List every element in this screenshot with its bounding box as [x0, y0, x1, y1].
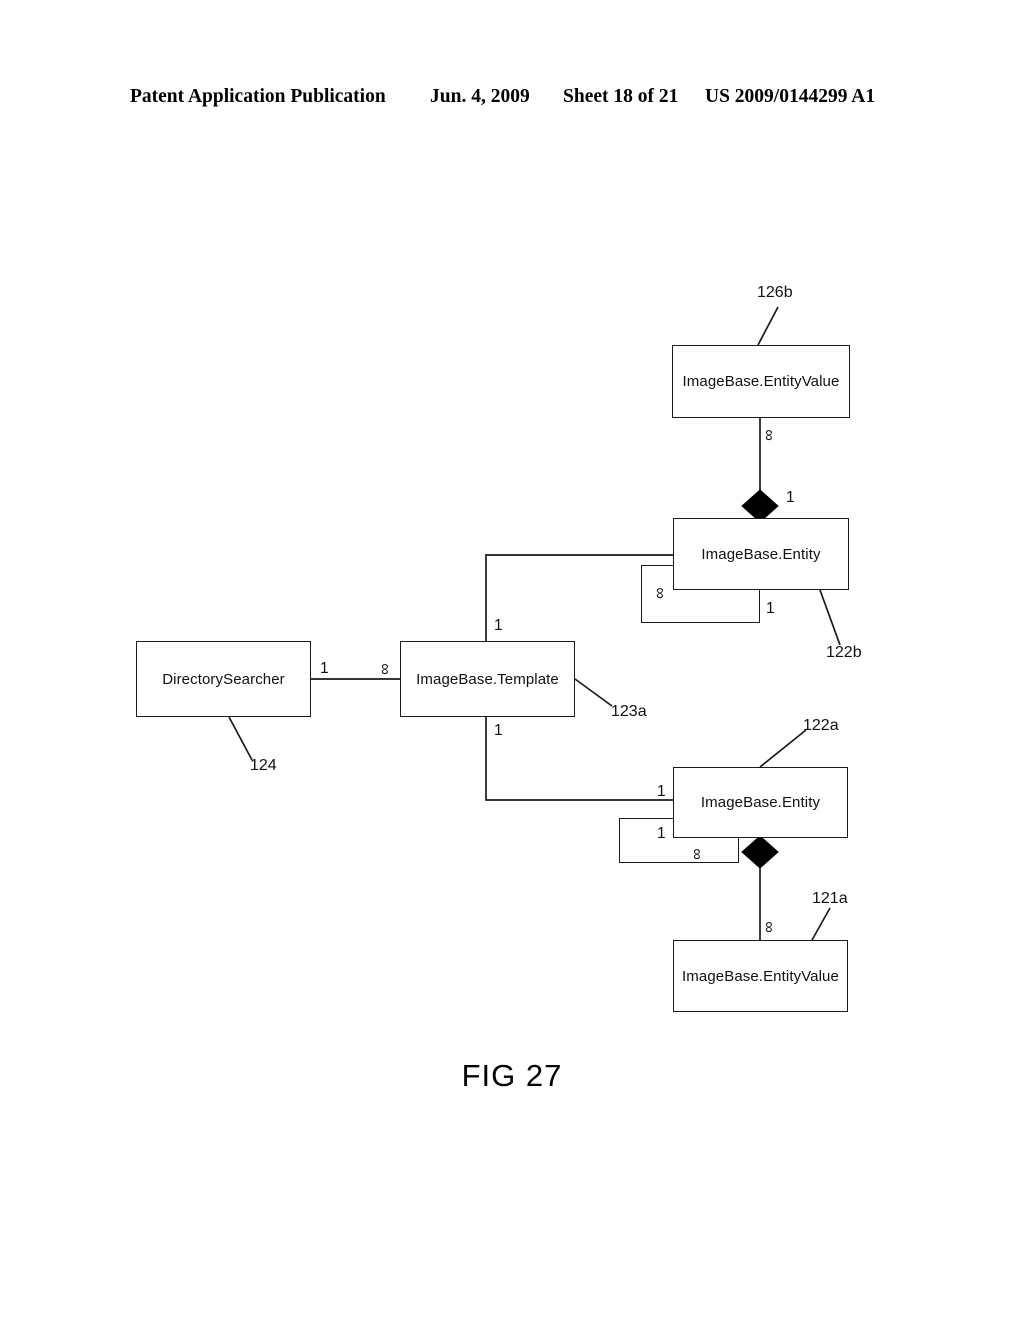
- multiplicity-entity-bottom-to-entityvalue: ∞: [760, 921, 778, 933]
- figure-27-diagram: ImageBase.EntityValue ImageBase.Entity D…: [0, 0, 1024, 1320]
- multiplicity-template-many: ∞: [376, 663, 394, 675]
- class-box-label: ImageBase.EntityValue: [682, 967, 839, 985]
- class-box-imagebase-entity-top[interactable]: ImageBase.Entity: [673, 518, 849, 590]
- leader-121a: [811, 907, 831, 941]
- reference-numeral-124: 124: [250, 757, 277, 774]
- class-box-imagebase-entityvalue-bottom[interactable]: ImageBase.EntityValue: [673, 940, 848, 1012]
- figure-caption: FIG 27: [461, 1058, 563, 1093]
- reference-numeral-126b: 126b: [757, 284, 793, 301]
- multiplicity-entity-top-composition: 1: [786, 489, 795, 506]
- class-box-imagebase-template[interactable]: ImageBase.Template: [400, 641, 575, 717]
- class-box-directorysearcher[interactable]: DirectorySearcher: [136, 641, 311, 717]
- class-box-label: ImageBase.Entity: [701, 545, 821, 563]
- class-box-label: ImageBase.EntityValue: [682, 373, 840, 390]
- multiplicity-entity-top-self-one: 1: [766, 600, 775, 617]
- multiplicity-searcher-to-template: 1: [320, 660, 329, 677]
- multiplicity-entity-top-self-many: ∞: [651, 587, 669, 599]
- leader-122b: [819, 589, 841, 646]
- multiplicity-entityvalue-top-to-entity-top: ∞: [760, 429, 778, 441]
- multiplicity-entity-bottom-in: 1: [657, 783, 666, 800]
- multiplicity-template-to-entity-bottom: 1: [494, 722, 503, 739]
- leader-124: [228, 716, 253, 761]
- class-box-label: ImageBase.Entity: [700, 794, 821, 811]
- reference-numeral-122a: 122a: [803, 717, 839, 734]
- leader-123a: [574, 678, 613, 707]
- class-box-label: DirectorySearcher: [162, 670, 285, 688]
- class-box-imagebase-entityvalue-top[interactable]: ImageBase.EntityValue: [672, 345, 850, 418]
- leader-122a: [759, 729, 807, 768]
- class-box-label: ImageBase.Template: [416, 670, 559, 688]
- reference-numeral-121a: 121a: [812, 890, 848, 907]
- reference-numeral-122b: 122b: [826, 644, 862, 661]
- reference-numeral-123a: 123a: [611, 703, 647, 720]
- multiplicity-entity-bottom-self-one: 1: [657, 825, 666, 842]
- multiplicity-template-to-entity-top: 1: [494, 617, 503, 634]
- leader-126b: [757, 306, 779, 346]
- composition-diamond-bottom: [741, 835, 779, 869]
- link-template-to-entity-bottom: [485, 717, 673, 801]
- class-box-imagebase-entity-bottom[interactable]: ImageBase.Entity: [673, 767, 848, 838]
- multiplicity-entity-bottom-self-many: ∞: [688, 848, 706, 860]
